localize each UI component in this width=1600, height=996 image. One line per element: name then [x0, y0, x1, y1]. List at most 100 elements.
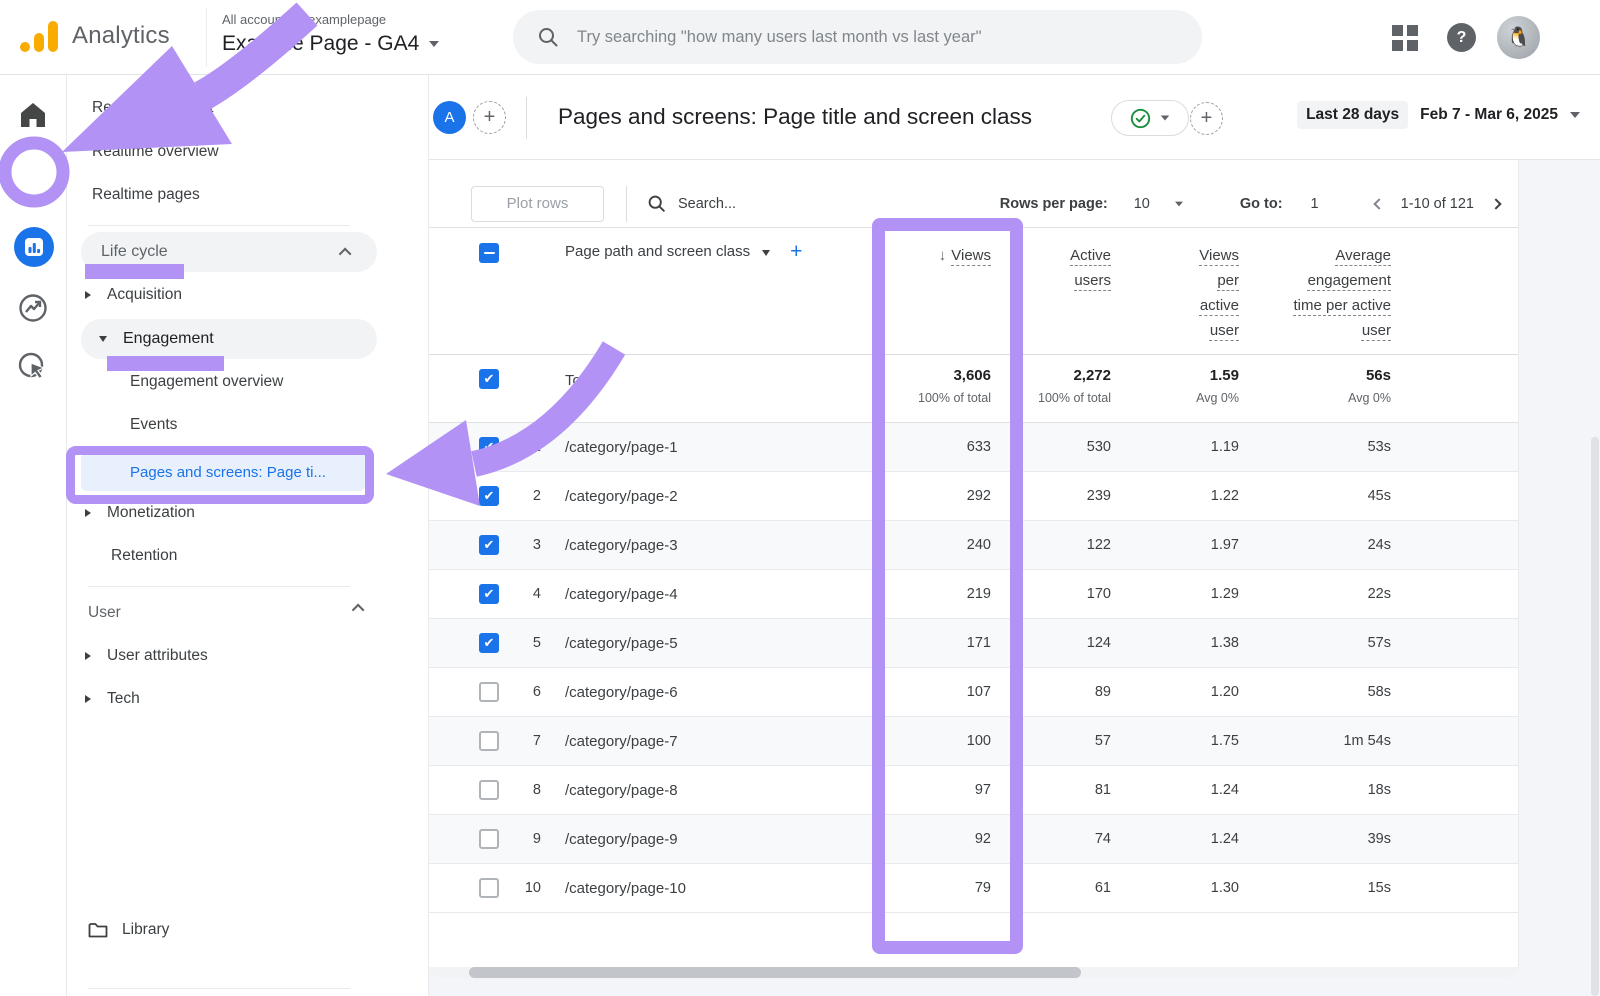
breadcrumb-account[interactable]: All accounts [222, 12, 292, 27]
nav-user-attributes[interactable]: User attributes [85, 647, 208, 665]
header-divider [526, 97, 527, 139]
table-search-input[interactable] [678, 196, 788, 212]
table-row[interactable]: ✔ 4 /category/page-4 219 170 1.29 22s [429, 570, 1518, 619]
breadcrumb[interactable]: All accounts › examplepage [222, 12, 386, 27]
expand-arrow-icon[interactable] [85, 291, 91, 299]
rows-per-page-value[interactable]: 10 [1134, 196, 1150, 212]
row-checkbox[interactable]: ✔ [479, 633, 499, 653]
row-index: 10 [509, 880, 551, 896]
analytics-logo-icon [20, 21, 60, 53]
data-quality-badge[interactable] [1111, 100, 1189, 136]
user-avatar[interactable]: 🐧 [1497, 16, 1540, 59]
table-search[interactable] [647, 194, 788, 213]
table-row[interactable]: 10 /category/page-10 79 61 1.30 15s [429, 864, 1518, 913]
add-comparison-icon[interactable]: + [473, 101, 506, 134]
comparison-avatar[interactable]: A [433, 101, 466, 134]
nav-monetization[interactable]: Monetization [85, 504, 195, 522]
verified-check-icon [1130, 108, 1151, 129]
next-page-icon[interactable] [1490, 198, 1501, 209]
expand-arrow-icon[interactable] [85, 509, 91, 517]
table-total-row: ✔ Total 3,606100% of total 2,272100% of … [429, 355, 1518, 423]
reports-nav-icon[interactable] [14, 227, 54, 267]
chevron-up-icon[interactable] [339, 247, 352, 260]
page-scrollbar[interactable] [1591, 437, 1599, 996]
expand-arrow-icon[interactable] [85, 695, 91, 703]
column-header-views[interactable]: ↓Views [841, 228, 991, 354]
home-icon[interactable] [18, 101, 48, 129]
table-row[interactable]: ✔ 1 /category/page-1 633 530 1.19 53s [429, 423, 1518, 472]
row-index: 8 [509, 782, 551, 798]
row-avg-time: 22s [1239, 586, 1391, 602]
date-range-picker[interactable]: Last 28 days Feb 7 - Mar 6, 2025 [1297, 101, 1580, 129]
global-search[interactable] [513, 10, 1202, 64]
row-checkbox[interactable]: ✔ [479, 437, 499, 457]
nav-acquisition[interactable]: Acquisition [85, 286, 182, 304]
expand-arrow-icon[interactable] [85, 652, 91, 660]
collapse-arrow-icon[interactable] [99, 336, 107, 342]
apps-grid-icon[interactable] [1392, 25, 1418, 51]
nav-library[interactable]: Library [88, 921, 169, 939]
column-header-active-users[interactable]: Active users [991, 228, 1111, 354]
nav-tech[interactable]: Tech [85, 690, 140, 708]
breadcrumb-separator-icon: › [298, 13, 302, 27]
nav-realtime-pages[interactable]: Realtime pages [92, 186, 200, 204]
go-to-value[interactable]: 1 [1311, 196, 1319, 212]
horizontal-scrollbar-thumb[interactable] [469, 967, 1081, 978]
table-row[interactable]: 6 /category/page-6 107 89 1.20 58s [429, 668, 1518, 717]
global-search-input[interactable] [577, 28, 1178, 47]
table-row[interactable]: ✔ 5 /category/page-5 171 124 1.38 57s [429, 619, 1518, 668]
help-icon[interactable]: ? [1447, 23, 1476, 52]
advertising-icon[interactable] [17, 351, 49, 383]
table-row[interactable]: 8 /category/page-8 97 81 1.24 18s [429, 766, 1518, 815]
previous-page-icon[interactable] [1373, 198, 1384, 209]
nav-events[interactable]: Events [130, 416, 177, 434]
add-report-icon[interactable]: + [1190, 102, 1223, 135]
date-preset-chip: Last 28 days [1297, 101, 1408, 129]
table-row[interactable]: ✔ 2 /category/page-2 292 239 1.22 45s [429, 472, 1518, 521]
breadcrumb-property[interactable]: examplepage [308, 12, 386, 27]
nav-retention[interactable]: Retention [111, 547, 177, 565]
row-checkbox[interactable] [479, 780, 499, 800]
select-all-checkbox[interactable] [479, 243, 499, 263]
chevron-up-icon[interactable] [352, 604, 365, 617]
horizontal-scrollbar[interactable] [429, 967, 1518, 978]
total-views-per-user: 1.59 [1111, 367, 1239, 384]
nav-pages-and-screens-selected[interactable]: Pages and screens: Page ti... [81, 453, 365, 491]
nav-realtime-overview[interactable]: Realtime overview [92, 143, 219, 161]
nav-section-life-cycle[interactable]: Life cycle [81, 232, 377, 272]
row-page-path: /category/page-6 [551, 684, 841, 701]
row-checkbox[interactable] [479, 731, 499, 751]
row-active-users: 57 [991, 733, 1111, 749]
row-checkbox[interactable] [479, 682, 499, 702]
table-rows: ✔ 1 /category/page-1 633 530 1.19 53s ✔ … [429, 423, 1518, 913]
row-avg-time: 53s [1239, 439, 1391, 455]
nav-section-user[interactable]: User [88, 604, 378, 622]
dimension-header[interactable]: Page path and screen class + [551, 228, 841, 354]
table-row[interactable]: 7 /category/page-7 100 57 1.75 1m 54s [429, 717, 1518, 766]
plot-rows-button[interactable]: Plot rows [471, 186, 604, 222]
row-page-path: /category/page-10 [551, 880, 841, 897]
nav-engagement-overview[interactable]: Engagement overview [130, 373, 283, 391]
nav-divider [88, 988, 350, 989]
row-checkbox[interactable] [479, 878, 499, 898]
row-checkbox[interactable]: ✔ [479, 486, 499, 506]
add-dimension-icon[interactable]: + [790, 243, 802, 261]
brand-title: Analytics [72, 22, 170, 50]
table-row[interactable]: 9 /category/page-9 92 74 1.24 39s [429, 815, 1518, 864]
explore-icon[interactable] [17, 292, 49, 324]
row-views-per-user: 1.22 [1111, 488, 1239, 504]
row-checkbox[interactable]: ✔ [479, 535, 499, 555]
chevron-down-icon[interactable] [762, 250, 770, 256]
nav-reports-snapshot[interactable]: Reports snapshot [92, 99, 214, 117]
chevron-down-icon[interactable] [1175, 201, 1183, 206]
chevron-down-icon [429, 41, 439, 47]
row-checkbox[interactable] [479, 829, 499, 849]
row-checkbox[interactable]: ✔ [479, 584, 499, 604]
nav-engagement[interactable]: Engagement [81, 319, 377, 359]
column-header-avg-engagement-time[interactable]: Average engagement time per active user [1239, 228, 1391, 354]
column-header-views-per-active-user[interactable]: Views per active user [1111, 228, 1239, 354]
property-switcher[interactable]: Example Page - GA4 [222, 32, 439, 56]
row-views-per-user: 1.19 [1111, 439, 1239, 455]
table-row[interactable]: ✔ 3 /category/page-3 240 122 1.97 24s [429, 521, 1518, 570]
total-checkbox[interactable]: ✔ [479, 369, 499, 389]
